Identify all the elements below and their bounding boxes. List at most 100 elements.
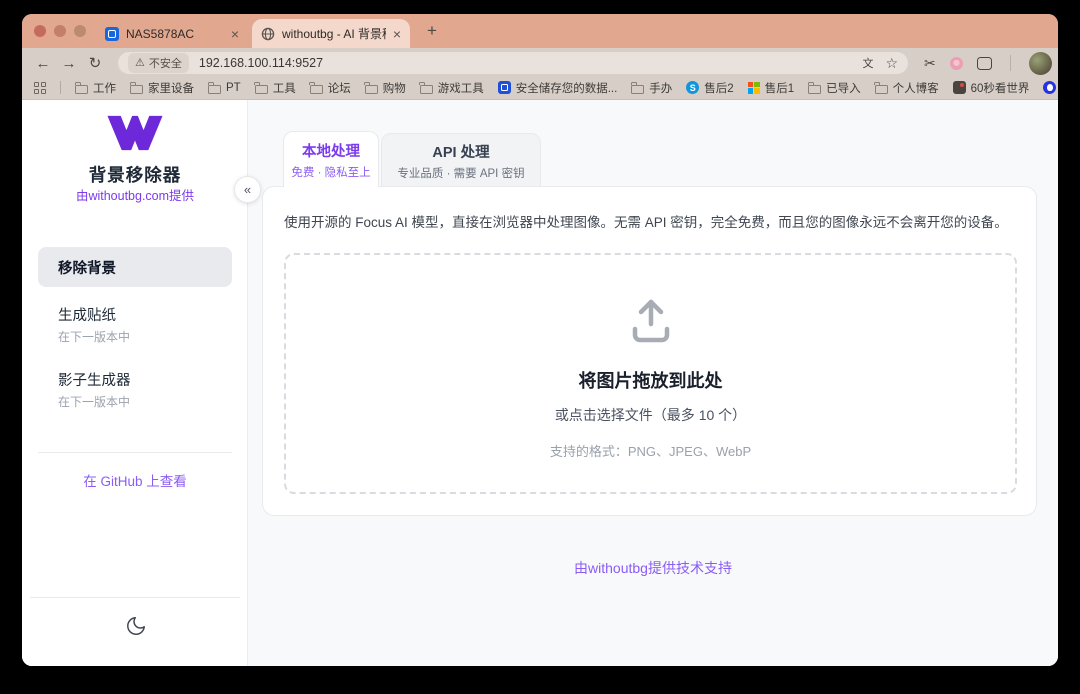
bookmark-item[interactable]: 工作	[74, 80, 116, 96]
bookmark-item[interactable]: 60秒看世界	[952, 80, 1030, 96]
tab-subtitle: 专业品质 · 需要 API 密钥	[397, 167, 525, 180]
bookmark-item[interactable]: 论坛	[309, 80, 351, 96]
description-text: 使用开源的 Focus AI 模型，直接在浏览器中处理图像。无需 API 密钥，…	[284, 215, 1008, 230]
security-label: 不安全	[148, 58, 182, 70]
bookmark-label: 售后1	[764, 82, 795, 95]
upload-icon	[632, 299, 669, 343]
sidebar-item-shadow-generator[interactable]: 影子生成器 在下一版本中	[38, 371, 232, 410]
microsoft-favicon	[747, 81, 760, 94]
tab-local-processing[interactable]: 本地处理 免费 · 隐私至上	[283, 131, 379, 187]
bookmarks-bar: 工作 家里设备 PT 工具 论坛 购物 游戏工具 安全储存您的数据... 手办 …	[22, 78, 1058, 100]
toolbar-divider	[1009, 55, 1011, 71]
baidu-favicon	[1043, 81, 1057, 94]
sidebar-item-label: 生成贴纸	[58, 308, 116, 324]
folder-icon	[419, 82, 433, 94]
back-icon[interactable]: ←	[30, 55, 56, 72]
close-tab-icon[interactable]: ×	[231, 27, 239, 41]
folder-icon	[207, 82, 221, 94]
scissors-extension-icon[interactable]: ✂	[924, 55, 936, 72]
folder-icon	[74, 82, 88, 94]
bookmark-star-icon[interactable]: ☆	[885, 55, 898, 72]
browser-tab-title: withoutbg - AI 背景移除	[282, 27, 386, 41]
bookmark-item[interactable]: 手办	[630, 80, 673, 96]
moon-icon	[127, 617, 145, 635]
withoutbg-logo-icon	[107, 115, 163, 151]
bookmark-label: 60秒看世界	[970, 82, 1030, 95]
bookmark-item[interactable]: 售后1	[747, 80, 795, 96]
bookmark-item[interactable]: 安全储存您的数据...	[497, 80, 618, 96]
web-page: 背景移除器 由withoutbg.com提供 « 移除背景 生成贴纸 在下一版本…	[22, 100, 1058, 666]
close-window-button[interactable]	[34, 25, 46, 37]
sidebar-item-subtitle: 在下一版本中	[58, 330, 131, 344]
sidebar-item-remove-background[interactable]: 移除背景	[38, 247, 232, 287]
news-favicon	[952, 81, 966, 94]
flower-extension-icon[interactable]	[949, 56, 963, 70]
bookmark-label: 游戏工具	[437, 82, 484, 95]
bookmark-item[interactable]: 游戏工具	[419, 80, 484, 96]
folder-icon	[807, 82, 822, 94]
browser-toolbar: ← → ↻ ⚠ 不安全 192.168.100.114:9527 文 ☆ ✂ ⋮	[22, 48, 1058, 78]
browser-tab-title: NAS5878AC	[126, 26, 195, 41]
new-tab-button[interactable]: +	[420, 19, 444, 43]
sidebar-item-subtitle: 在下一版本中	[58, 395, 131, 409]
bookmark-item[interactable]: 购物	[364, 80, 406, 96]
globe-favicon	[261, 27, 275, 40]
close-tab-icon[interactable]: ×	[393, 27, 401, 41]
image-dropzone[interactable]: 将图片拖放到此处 或点击选择文件（最多 10 个） 支持的格式：PNG、JPEG…	[284, 253, 1017, 494]
provider-link[interactable]: 由withoutbg.com提供	[22, 185, 248, 204]
browser-window: NAS5878AC × withoutbg - AI 背景移除 × + ← → …	[22, 14, 1058, 666]
bookmark-label: 手办	[649, 82, 673, 95]
minimize-window-button[interactable]	[54, 25, 66, 37]
s-favicon: S	[686, 81, 700, 94]
sidebar-item-label: 影子生成器	[58, 373, 131, 389]
bookmark-item[interactable]: 家里设备	[129, 80, 194, 96]
bookmark-item[interactable]: 已导入	[807, 80, 861, 96]
dropzone-formats: 支持的格式：PNG、JPEG、WebP	[549, 444, 752, 459]
tab-api-processing[interactable]: API 处理 专业品质 · 需要 API 密钥	[381, 133, 541, 188]
browser-tab-strip: NAS5878AC × withoutbg - AI 背景移除 × +	[22, 14, 1058, 48]
warning-icon: ⚠	[135, 56, 145, 69]
divider	[38, 452, 232, 453]
bookmark-label: 工具	[272, 82, 296, 95]
security-badge[interactable]: ⚠ 不安全	[128, 53, 189, 73]
browser-tab-nas[interactable]: NAS5878AC ×	[96, 19, 248, 48]
bookmark-item[interactable]: PT	[207, 81, 241, 94]
bookmark-label: 安全储存您的数据...	[515, 82, 618, 95]
bookmark-label: 工作	[93, 82, 116, 95]
zoom-window-button[interactable]	[74, 25, 86, 37]
translate-icon[interactable]: 文	[862, 55, 873, 71]
dark-mode-toggle[interactable]	[124, 614, 148, 638]
folder-icon	[874, 82, 888, 94]
extensions-area: ✂ ⋮	[924, 51, 1058, 75]
reload-icon[interactable]: ↻	[82, 54, 108, 72]
bookmark-item[interactable]: 个人博客	[874, 80, 939, 96]
url-text[interactable]: 192.168.100.114:9527	[199, 56, 863, 70]
tab-label: API 处理	[432, 144, 490, 161]
bookmark-item[interactable]: 百度一下，你就知道	[1043, 80, 1058, 96]
folder-icon	[630, 82, 645, 94]
browser-tab-withoutbg[interactable]: withoutbg - AI 背景移除 ×	[252, 19, 410, 48]
tab-label: 本地处理	[302, 143, 360, 160]
apps-grid-icon[interactable]	[34, 81, 46, 94]
address-bar[interactable]: ⚠ 不安全 192.168.100.114:9527 文 ☆	[118, 52, 908, 74]
bookmark-label: 已导入	[826, 82, 861, 95]
folder-icon	[129, 82, 143, 94]
app-sidebar: 背景移除器 由withoutbg.com提供 « 移除背景 生成贴纸 在下一版本…	[22, 100, 261, 666]
profile-avatar[interactable]	[1028, 51, 1052, 75]
dropzone-subtitle: 或点击选择文件（最多 10 个）	[554, 407, 747, 423]
bookmark-item[interactable]: 工具	[254, 80, 296, 96]
sidebar-collapse-button[interactable]: «	[234, 176, 261, 203]
tab-subtitle: 免费 · 隐私至上	[291, 166, 371, 179]
bookmark-label: 家里设备	[148, 82, 194, 95]
app-title: 背景移除器	[88, 165, 182, 185]
bookmark-item[interactable]: S 售后2	[686, 80, 734, 96]
forward-icon[interactable]: →	[56, 55, 82, 72]
folder-icon	[364, 82, 378, 94]
side-panel-icon[interactable]	[976, 56, 992, 70]
github-link[interactable]: 在 GitHub 上查看	[22, 470, 248, 490]
divider	[30, 597, 240, 598]
sidebar-item-generate-sticker[interactable]: 生成贴纸 在下一版本中	[38, 306, 232, 345]
folder-icon	[254, 82, 268, 94]
powered-by-link[interactable]: 由withoutbg提供技术支持	[248, 558, 1058, 578]
bookmark-label: PT	[226, 81, 241, 94]
